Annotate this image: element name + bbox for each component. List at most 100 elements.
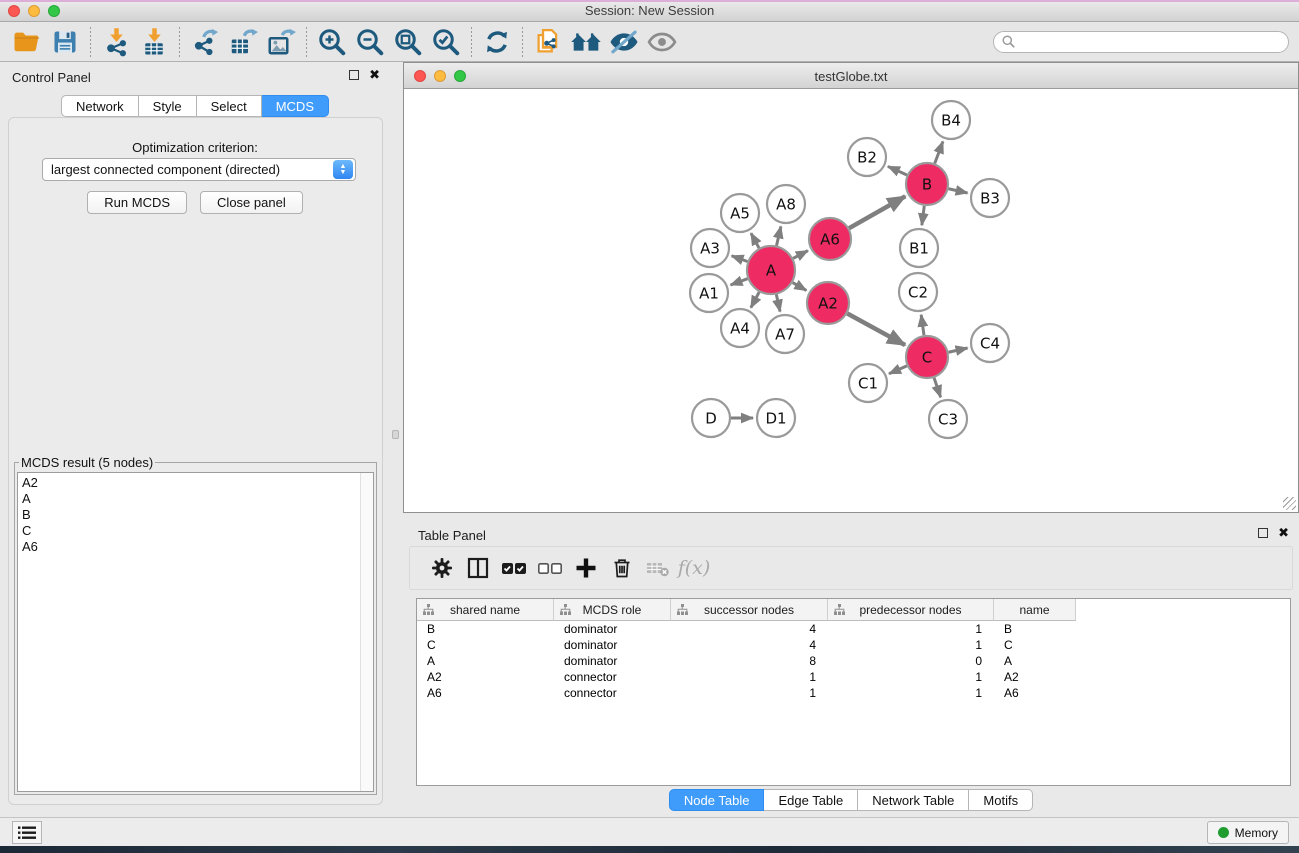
table-row[interactable]: Adominator80A <box>417 653 1290 669</box>
node-B[interactable]: B <box>906 163 948 205</box>
import-table-button[interactable] <box>135 25 173 59</box>
import-network-button[interactable] <box>97 25 135 59</box>
run-mcds-button[interactable]: Run MCDS <box>87 191 187 214</box>
edge-A-A3[interactable] <box>732 256 748 262</box>
edge-A2-C[interactable] <box>847 314 905 345</box>
edge-A6-B[interactable] <box>849 196 905 228</box>
node-A7[interactable]: A7 <box>766 315 804 353</box>
mcds-result-listbox[interactable]: A2ABCA6 <box>17 472 374 792</box>
node-C[interactable]: C <box>906 336 948 378</box>
node-B1[interactable]: B1 <box>900 229 938 267</box>
node-D[interactable]: D <box>692 399 730 437</box>
node-A4[interactable]: A4 <box>721 309 759 347</box>
node-A3[interactable]: A3 <box>691 229 729 267</box>
node-C1[interactable]: C1 <box>849 364 887 402</box>
table-row[interactable]: Bdominator41B <box>417 621 1290 637</box>
edge-C-C1[interactable] <box>889 366 907 374</box>
zoom-out-button[interactable] <box>351 25 389 59</box>
edge-A-A1[interactable] <box>731 279 748 285</box>
edge-C-C4[interactable] <box>948 348 967 352</box>
delete-button[interactable] <box>604 551 640 585</box>
node-C4[interactable]: C4 <box>971 324 1009 362</box>
node-A5[interactable]: A5 <box>721 194 759 232</box>
edge-B-B2[interactable] <box>888 166 907 175</box>
node-A2[interactable]: A2 <box>807 282 849 324</box>
delete-table-button[interactable] <box>640 551 676 585</box>
mcds-result-item[interactable]: A2 <box>22 475 373 491</box>
select-all-button[interactable] <box>496 551 532 585</box>
new-network-from-selection-button[interactable] <box>529 25 567 59</box>
node-table[interactable]: shared nameMCDS rolesuccessor nodesprede… <box>416 598 1291 786</box>
zoom-in-button[interactable] <box>313 25 351 59</box>
tab-network[interactable]: Network <box>61 95 139 117</box>
mcds-result-item[interactable]: A6 <box>22 539 373 555</box>
network-canvas[interactable]: AA1A2A3A4A5A6A7A8BB1B2B3B4CC1C2C3C4DD1 <box>406 90 1296 510</box>
resize-grip-icon[interactable] <box>1283 497 1296 510</box>
column-header-name[interactable]: name <box>994 599 1076 621</box>
edge-C-C2[interactable] <box>921 315 924 335</box>
edge-A-A2[interactable] <box>793 283 807 291</box>
table-row[interactable]: A2connector11A2 <box>417 669 1290 685</box>
node-B2[interactable]: B2 <box>848 138 886 176</box>
hide-selected-button[interactable] <box>605 25 643 59</box>
table-row[interactable]: A6connector11A6 <box>417 685 1290 701</box>
node-A8[interactable]: A8 <box>767 185 805 223</box>
deselect-all-button[interactable] <box>532 551 568 585</box>
edge-A-A4[interactable] <box>751 292 759 308</box>
export-image-button[interactable] <box>262 25 300 59</box>
network-window-titlebar[interactable]: testGlobe.txt <box>404 63 1298 89</box>
show-all-button[interactable] <box>643 25 681 59</box>
node-D1[interactable]: D1 <box>757 399 795 437</box>
tab-mcds[interactable]: MCDS <box>262 95 329 117</box>
float-table-panel-icon[interactable] <box>1258 528 1268 538</box>
show-columns-button[interactable] <box>460 551 496 585</box>
column-header-MCDS-role[interactable]: MCDS role <box>554 599 671 621</box>
edge-B-B1[interactable] <box>922 206 924 225</box>
tab-network-table[interactable]: Network Table <box>858 789 969 811</box>
node-A6[interactable]: A6 <box>809 218 851 260</box>
search-input[interactable] <box>1020 35 1280 49</box>
open-file-button[interactable] <box>8 25 46 59</box>
mcds-result-item[interactable]: C <box>22 523 373 539</box>
criterion-select[interactable]: largest connected component (directed) ▲… <box>42 158 356 181</box>
close-panel-icon[interactable]: ✖ <box>369 70 380 80</box>
mcds-result-item[interactable]: A <box>22 491 373 507</box>
export-network-button[interactable] <box>186 25 224 59</box>
close-table-panel-icon[interactable]: ✖ <box>1278 528 1289 538</box>
edge-A-A8[interactable] <box>777 226 781 245</box>
memory-button[interactable]: Memory <box>1207 821 1289 844</box>
search-field[interactable] <box>993 31 1289 53</box>
float-panel-icon[interactable] <box>349 70 359 80</box>
node-B4[interactable]: B4 <box>932 101 970 139</box>
column-header-successor-nodes[interactable]: successor nodes <box>671 599 828 621</box>
tab-select[interactable]: Select <box>197 95 262 117</box>
refresh-button[interactable] <box>478 25 516 59</box>
edge-A-A6[interactable] <box>793 251 808 259</box>
edge-C-C3[interactable] <box>934 378 941 397</box>
tab-motifs[interactable]: Motifs <box>969 789 1033 811</box>
zoom-fit-button[interactable] <box>389 25 427 59</box>
node-A1[interactable]: A1 <box>690 274 728 312</box>
tab-edge-table[interactable]: Edge Table <box>764 789 858 811</box>
listbox-scrollbar[interactable] <box>360 473 373 791</box>
column-header-shared-name[interactable]: shared name <box>417 599 554 621</box>
home-button[interactable] <box>567 25 605 59</box>
node-C2[interactable]: C2 <box>899 273 937 311</box>
node-A[interactable]: A <box>747 246 795 294</box>
column-header-predecessor-nodes[interactable]: predecessor nodes <box>828 599 994 621</box>
function-builder-button[interactable]: f(x) <box>676 551 712 585</box>
edge-B-B4[interactable] <box>935 142 943 164</box>
edge-B-B3[interactable] <box>948 189 967 193</box>
tab-node-table[interactable]: Node Table <box>669 789 765 811</box>
mcds-result-item[interactable]: B <box>22 507 373 523</box>
add-column-button[interactable] <box>568 551 604 585</box>
table-row[interactable]: Cdominator41C <box>417 637 1290 653</box>
edge-A-A5[interactable] <box>751 233 759 248</box>
table-settings-button[interactable] <box>424 551 460 585</box>
panel-divider-grip[interactable] <box>392 430 399 439</box>
close-panel-button[interactable]: Close panel <box>200 191 303 214</box>
show-panels-button[interactable] <box>12 821 42 844</box>
tab-style[interactable]: Style <box>139 95 197 117</box>
save-session-button[interactable] <box>46 25 84 59</box>
zoom-selected-button[interactable] <box>427 25 465 59</box>
